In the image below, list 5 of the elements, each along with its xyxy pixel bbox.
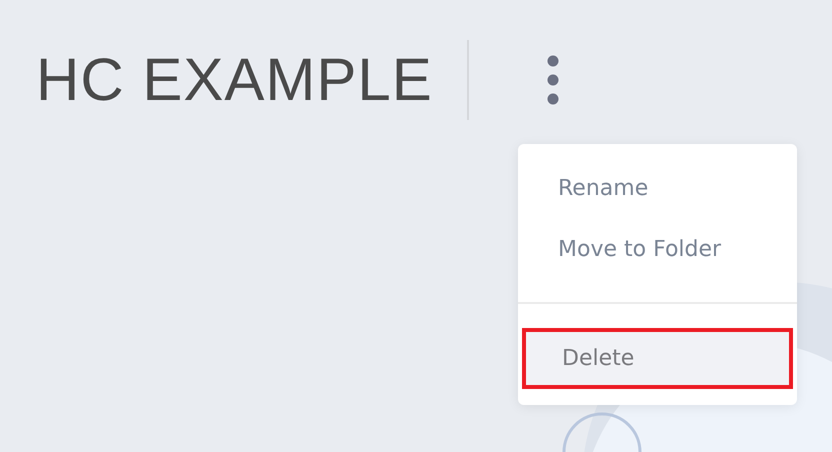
menu-item[interactable]: Move to Folder bbox=[518, 219, 797, 280]
more-options-icon[interactable] bbox=[546, 55, 559, 105]
menu-item[interactable]: Delete bbox=[522, 328, 793, 389]
menu-item[interactable]: Rename bbox=[518, 158, 797, 219]
page-title: HC EXAMPLE bbox=[36, 50, 433, 110]
